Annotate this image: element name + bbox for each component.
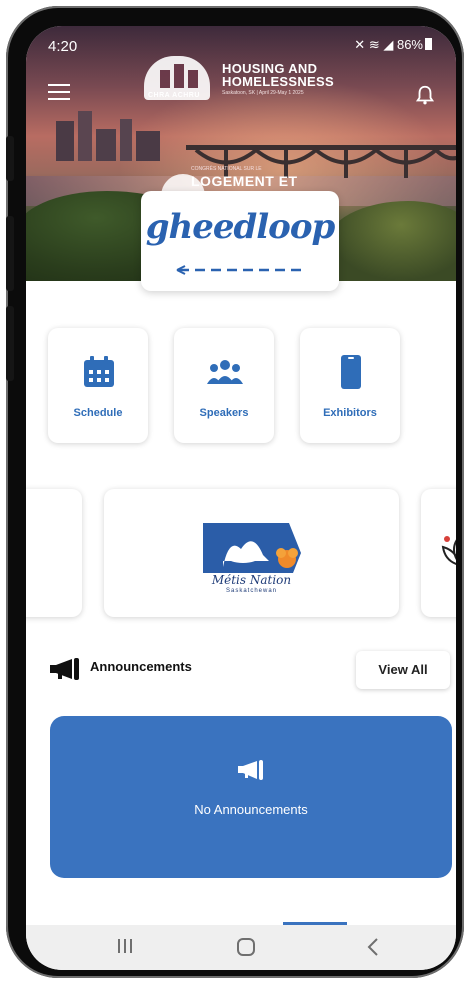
sponsor-card[interactable] (421, 489, 456, 617)
status-time: 4:20 (48, 38, 78, 55)
bell-icon[interactable] (414, 84, 436, 106)
sponsor-name: Métis Nation (211, 573, 292, 587)
lotus-logo-icon (441, 536, 456, 566)
phone-icon (341, 355, 361, 389)
signal-icon: ◢ (383, 37, 394, 52)
home-button[interactable] (236, 937, 256, 961)
status-bar: 4:20 ✕ ≋ ◢ 86% (26, 36, 456, 58)
sponsor-card-metis[interactable]: Métis Nation Saskatchewan (104, 489, 399, 617)
brand-logo-card: gheedloop (141, 191, 339, 291)
city-skyline (56, 111, 160, 161)
metis-logo-icon (203, 523, 301, 573)
side-button (6, 216, 14, 291)
status-icons: ✕ ≋ ◢ 86% (354, 37, 432, 53)
event-logo: CHRA ACHRU HOUSING AND HOMELESSNESS Sask… (144, 56, 344, 104)
volume-button (6, 136, 14, 181)
empty-announcements-text: No Announcements (194, 802, 308, 817)
people-icon (207, 360, 243, 384)
sponsor-subtitle: Saskatchewan (225, 588, 278, 594)
megaphone-icon (50, 658, 79, 680)
app-screen: 4:20 ✕ ≋ ◢ 86% CHRA ACHRU HOUSING AND HO… (26, 26, 456, 970)
wifi-icon: ≋ (368, 37, 380, 52)
phone-frame: 4:20 ✕ ≋ ◢ 86% CHRA ACHRU HOUSING AND HO… (6, 6, 464, 978)
view-all-button[interactable]: View All (356, 651, 450, 689)
system-nav-bar (26, 925, 456, 970)
brand-name: gheedloop (145, 207, 336, 247)
recent-apps-button[interactable] (116, 937, 134, 961)
mute-icon: ✕ (354, 37, 366, 52)
menu-button[interactable] (48, 84, 70, 100)
calendar-icon (84, 356, 114, 387)
announcements-card: No Announcements (50, 716, 452, 878)
megaphone-icon (238, 760, 263, 780)
tile-label: Exhibitors (323, 407, 377, 419)
trees (326, 201, 456, 281)
tile-label: Schedule (73, 407, 123, 419)
back-button[interactable] (366, 937, 380, 961)
exhibitors-button[interactable]: Exhibitors (300, 328, 400, 443)
battery-icon (425, 38, 432, 50)
org-abbr: CHRA ACHRU (148, 92, 200, 99)
speakers-button[interactable]: Speakers (174, 328, 274, 443)
event-subtitle: Saskatoon, SK | April 29-May 1 2025 (222, 90, 304, 96)
event-title: HOUSING AND HOMELESSNESS (222, 61, 334, 89)
sponsor-card[interactable] (26, 489, 82, 617)
schedule-button[interactable]: Schedule (48, 328, 148, 443)
tile-label: Speakers (199, 407, 249, 419)
arrow-icon (176, 265, 303, 275)
battery-level: 86% (396, 37, 423, 52)
power-button (6, 306, 14, 381)
announcements-title: Announcements (90, 659, 192, 674)
